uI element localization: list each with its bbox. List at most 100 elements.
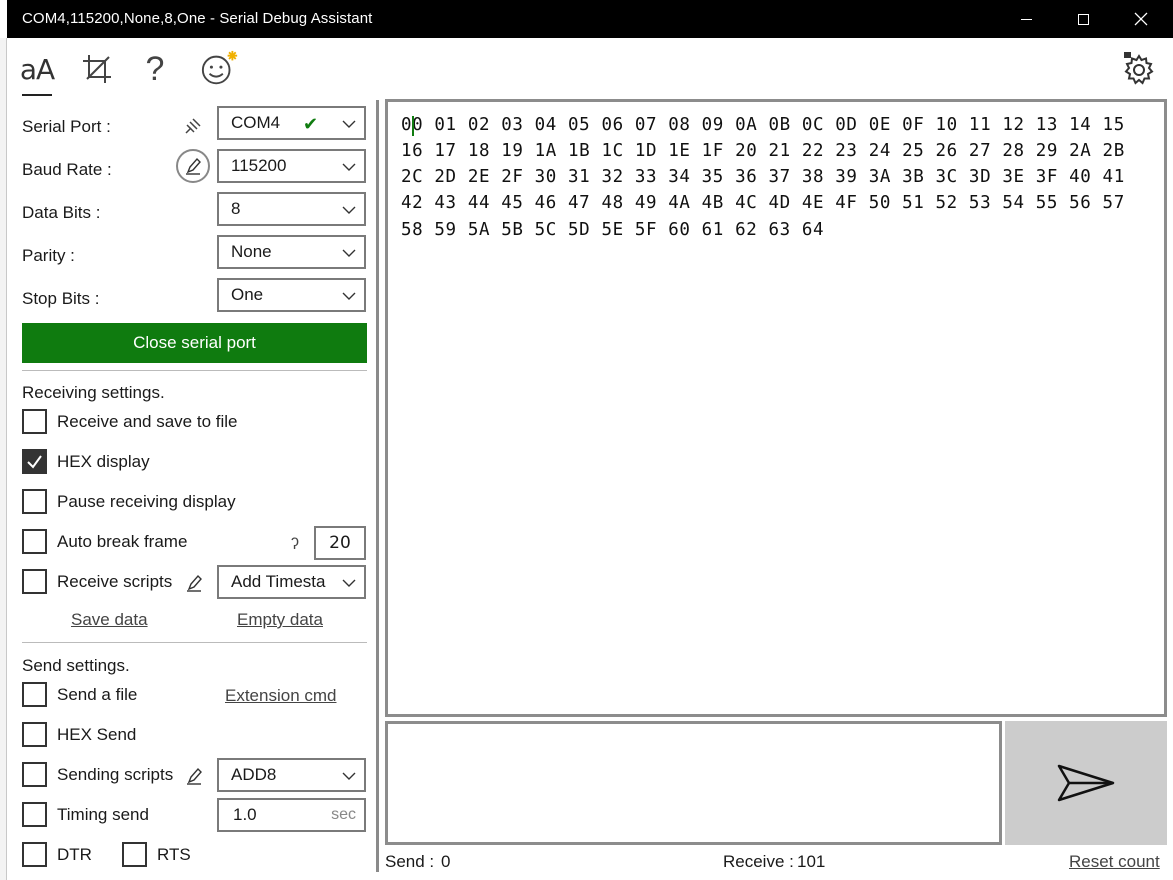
receive-line: 42 43 44 45 46 47 48 49 4A 4B 4C 4D 4E 4…: [401, 193, 1125, 213]
receive-scripts-label: Receive scripts: [57, 572, 173, 591]
hex-send-label: HEX Send: [57, 725, 137, 744]
send-file-label: Send a file: [57, 685, 138, 704]
chevron-down-icon: [342, 249, 356, 257]
receive-scripts-select[interactable]: Add Timesta: [217, 565, 366, 599]
left-panel-scrollbar[interactable]: [376, 100, 379, 872]
data-bits-label: Data Bits :: [22, 203, 101, 222]
divider: [22, 370, 367, 371]
left-settings-panel: Serial Port : COM4 ✔ Baud Rate : 115200 …: [7, 96, 375, 880]
send-icon: [1057, 764, 1115, 802]
edit-send-script-button[interactable]: [183, 765, 205, 787]
stop-bits-value: One: [231, 285, 264, 304]
minimize-icon: [1020, 18, 1032, 20]
plug-icon: [185, 118, 201, 134]
send-file-checkbox[interactable]: [22, 682, 47, 707]
send-input[interactable]: [385, 721, 1002, 845]
data-bits-select[interactable]: 8: [217, 192, 366, 226]
hex-display-label: HEX display: [57, 452, 150, 471]
baud-rate-value: 115200: [231, 156, 287, 175]
empty-data-link[interactable]: Empty data: [237, 610, 323, 630]
serial-port-select[interactable]: COM4 ✔: [217, 106, 366, 140]
receive-scripts-value: Add Timesta: [231, 572, 326, 591]
receive-save-file-checkbox[interactable]: [22, 409, 47, 434]
title-bar: COM4,115200,None,8,One - Serial Debug As…: [7, 0, 1173, 38]
feedback-button[interactable]: [200, 50, 240, 86]
receive-save-file-label: Receive and save to file: [57, 412, 238, 431]
settings-button[interactable]: [1120, 52, 1158, 86]
send-count-value: 0: [441, 852, 451, 871]
data-bits-value: 8: [231, 199, 241, 218]
hex-send-checkbox[interactable]: [22, 722, 47, 747]
pen-icon: [187, 574, 202, 592]
receive-count-label: Receive :: [723, 852, 794, 871]
parity-value: None: [231, 242, 272, 261]
receive-scripts-checkbox[interactable]: [22, 569, 47, 594]
sending-scripts-label: Sending scripts: [57, 765, 174, 784]
checkmark-icon: [27, 455, 42, 469]
auto-break-label: Auto break frame: [57, 532, 188, 551]
send-count-label: Send :: [385, 852, 435, 871]
pen-icon: [187, 767, 202, 785]
pause-display-label: Pause receiving display: [57, 492, 236, 511]
dtr-label: DTR: [57, 845, 92, 864]
timing-interval-input[interactable]: 1.0 sec: [217, 798, 366, 832]
receive-count-value: 101: [797, 852, 826, 871]
divider: [22, 642, 367, 643]
receiving-settings-title: Receiving settings.: [22, 383, 165, 402]
pen-icon: [186, 157, 201, 175]
connected-check-icon: ✔: [303, 114, 319, 134]
auto-break-timeout-input[interactable]: 20: [314, 526, 366, 560]
chevron-down-icon: [342, 163, 356, 171]
crop-icon: [83, 55, 111, 83]
stop-bits-select[interactable]: One: [217, 278, 366, 312]
text-caret: [412, 116, 414, 136]
port-refresh-button[interactable]: [181, 114, 205, 138]
maximize-button[interactable]: [1054, 0, 1112, 38]
chevron-down-icon: [342, 120, 356, 128]
send-settings-title: Send settings.: [22, 656, 130, 675]
parity-select[interactable]: None: [217, 235, 366, 269]
chevron-down-icon: [342, 772, 356, 780]
help-icon: ?: [145, 49, 165, 88]
save-data-link[interactable]: Save data: [71, 610, 148, 630]
chevron-down-icon: [342, 579, 356, 587]
rts-checkbox[interactable]: [122, 842, 147, 867]
background-window-edge: [0, 38, 7, 880]
serial-port-value: COM4: [231, 113, 281, 132]
parity-label: Parity :: [22, 246, 75, 265]
window-title: COM4,115200,None,8,One - Serial Debug As…: [22, 10, 373, 27]
gear-icon: [1124, 52, 1154, 85]
serial-port-label: Serial Port :: [22, 117, 111, 136]
receive-line: 16 17 18 19 1A 1B 1C 1D 1E 1F 20 21 22 2…: [401, 141, 1125, 161]
hex-display-checkbox[interactable]: [22, 449, 47, 474]
sending-scripts-value: ADD8: [231, 765, 277, 784]
auto-break-checkbox[interactable]: [22, 529, 47, 554]
baud-rate-label: Baud Rate :: [22, 160, 112, 179]
crop-button[interactable]: [80, 52, 114, 86]
close-serial-port-button[interactable]: Close serial port: [22, 323, 367, 363]
rts-label: RTS: [157, 845, 191, 864]
timing-send-checkbox[interactable]: [22, 802, 47, 827]
minimize-button[interactable]: [997, 0, 1055, 38]
sending-scripts-select[interactable]: ADD8: [217, 758, 366, 792]
extension-cmd-link[interactable]: Extension cmd: [225, 686, 337, 706]
sending-scripts-checkbox[interactable]: [22, 762, 47, 787]
pause-display-checkbox[interactable]: [22, 489, 47, 514]
receive-line: 58 59 5A 5B 5C 5D 5E 5F 60 61 62 63 64: [401, 220, 825, 240]
chevron-down-icon: [342, 206, 356, 214]
help-button[interactable]: ?: [140, 49, 170, 88]
send-button[interactable]: [1005, 721, 1167, 845]
baud-rate-select[interactable]: 115200: [217, 149, 366, 183]
dtr-checkbox[interactable]: [22, 842, 47, 867]
chevron-down-icon: [342, 292, 356, 300]
reset-count-link[interactable]: Reset count: [1069, 852, 1160, 872]
timing-send-label: Timing send: [57, 805, 149, 824]
maximize-icon: [1077, 13, 1089, 25]
edit-receive-script-button[interactable]: [183, 572, 205, 594]
baud-custom-button[interactable]: [176, 149, 210, 183]
receive-display[interactable]: 00 01 02 03 04 05 06 07 08 09 0A 0B 0C 0…: [385, 99, 1167, 717]
font-icon: aA: [19, 52, 55, 86]
close-icon: [1134, 12, 1148, 26]
close-window-button[interactable]: [1112, 0, 1170, 38]
font-settings-button[interactable]: aA: [19, 52, 55, 86]
